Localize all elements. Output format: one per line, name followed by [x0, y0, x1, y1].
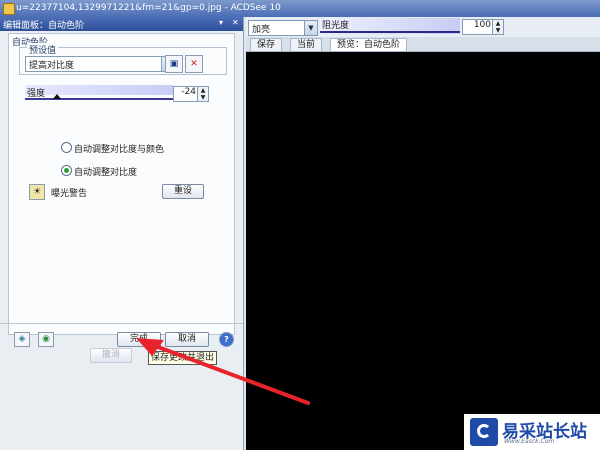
annotation-arrow — [136, 338, 310, 405]
watermark: 易采站长站 Www.Easck.Com — [464, 414, 600, 450]
watermark-en: Www.Easck.Com — [504, 438, 555, 445]
arrow-shaft — [148, 342, 310, 405]
site-logo-icon — [470, 418, 498, 446]
